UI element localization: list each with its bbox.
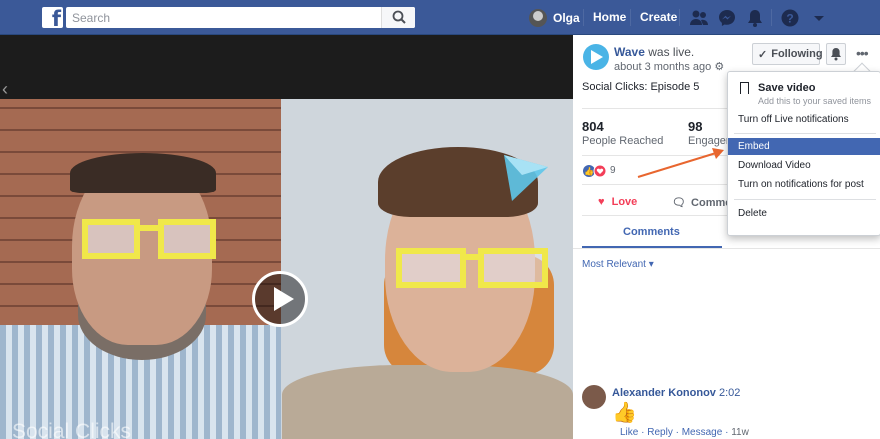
menu-item-embed[interactable]: Embed (728, 138, 880, 155)
messenger-icon[interactable] (717, 8, 737, 28)
people-reached-count: 804 (582, 119, 604, 134)
comment-time: 2:02 (718, 387, 741, 399)
comment-header: Alexander Kononov 2:02 (612, 387, 740, 399)
nav-divider (771, 9, 772, 26)
menu-item-turn-off-live-notifications[interactable]: Turn off Live notifications (728, 112, 880, 128)
caret-down-icon: ▾ (648, 259, 654, 270)
menu-item-download-video[interactable]: Download Video (728, 158, 880, 174)
bookmark-icon (740, 82, 749, 94)
account-menu-chevron-icon[interactable] (809, 8, 829, 28)
nav-divider (679, 9, 680, 26)
person-hair (70, 153, 216, 193)
post-header: Wave was live. (614, 45, 694, 59)
pixel-glasses-right (478, 248, 548, 288)
profile-link[interactable]: Olga (529, 7, 580, 28)
pixel-glasses-left (396, 248, 466, 288)
reactions-count[interactable]: 9 (610, 165, 616, 176)
nav-divider (630, 9, 631, 26)
sort-label: Most Relevant (582, 259, 646, 270)
love-label: Love (611, 196, 638, 208)
search-box (66, 7, 415, 28)
post-options-menu: Save video Add this to your saved items … (727, 71, 880, 236)
page-name-link[interactable]: Wave (614, 45, 645, 59)
post-text: Social Clicks: Episode 5 (582, 81, 700, 93)
notification-toggle-button[interactable] (826, 43, 846, 65)
glasses-bridge (140, 225, 160, 231)
create-link[interactable]: Create (640, 7, 677, 28)
following-label: Following (771, 48, 823, 60)
audience-gear-icon: ⚙ (714, 61, 725, 73)
engagements-count: 98 (688, 119, 703, 134)
person-sweater (282, 365, 573, 439)
following-button[interactable]: ✓ Following (752, 43, 823, 65)
page-avatar[interactable] (583, 44, 609, 70)
search-button[interactable] (381, 7, 415, 28)
like-comment-link[interactable]: Like (620, 427, 638, 438)
comment-body: 👍 (612, 402, 637, 424)
post-time[interactable]: about 3 months ago (614, 61, 711, 73)
home-link[interactable]: Home (593, 7, 626, 28)
friend-requests-icon[interactable] (689, 8, 709, 28)
comment-button[interactable]: 🗨 Comme (672, 196, 727, 209)
nav-divider (583, 9, 584, 26)
reactions-icons[interactable]: 👍 (582, 164, 612, 178)
bell-icon (831, 48, 841, 61)
pixel-glasses-left (82, 219, 140, 259)
facebook-logo-icon[interactable]: f (42, 7, 63, 28)
divider (582, 184, 727, 185)
notifications-bell-icon[interactable] (745, 8, 765, 28)
annotation-arrow-icon (637, 148, 724, 178)
reply-link[interactable]: Reply (647, 427, 673, 438)
comment-sort-dropdown[interactable]: Most Relevant ▾ (582, 259, 654, 270)
search-input[interactable] (66, 7, 366, 28)
svg-text:👍: 👍 (584, 166, 594, 176)
check-icon: ✓ (758, 48, 768, 61)
message-link[interactable]: Message (682, 427, 723, 438)
save-video-label[interactable]: Save video (758, 82, 815, 94)
heart-icon: ♥ (598, 196, 605, 208)
svg-text:?: ? (786, 12, 793, 26)
menu-divider (734, 133, 876, 134)
comment-actions: Like · Reply · Message · 11w (620, 427, 749, 438)
menu-item-delete[interactable]: Delete (728, 206, 880, 222)
video-watermark: Social Clicks (12, 420, 132, 439)
comment-label: Comme (691, 197, 727, 209)
comment-author[interactable]: Alexander Kononov (612, 387, 716, 399)
user-name: Olga (553, 10, 580, 25)
tab-comments[interactable]: Comments (623, 226, 680, 238)
more-options-icon[interactable]: ••• (856, 45, 869, 61)
love-button[interactable]: ♥ Love (598, 196, 637, 208)
help-icon[interactable]: ? (780, 8, 800, 28)
back-arrow-icon[interactable]: ‹ (2, 79, 8, 100)
wave-logo-overlay-icon (504, 155, 548, 201)
comment-bubble-icon: 🗨 (672, 197, 686, 209)
menu-item-turn-on-notifications[interactable]: Turn on notifications for post (728, 177, 880, 193)
play-button[interactable] (252, 271, 308, 327)
avatar (529, 8, 547, 27)
post-status: was live. (648, 45, 695, 59)
menu-divider (734, 199, 876, 200)
save-video-description: Add this to your saved items (758, 96, 872, 106)
comment-age: 11w (731, 427, 749, 438)
video-player[interactable]: ‹ Social Clicks (0, 35, 573, 439)
search-icon (392, 10, 406, 24)
divider (582, 215, 727, 216)
avatar[interactable] (582, 385, 606, 409)
pixel-glasses-right (158, 219, 216, 259)
post-timestamp[interactable]: about 3 months ago ⚙ (614, 60, 724, 73)
divider (573, 248, 880, 249)
